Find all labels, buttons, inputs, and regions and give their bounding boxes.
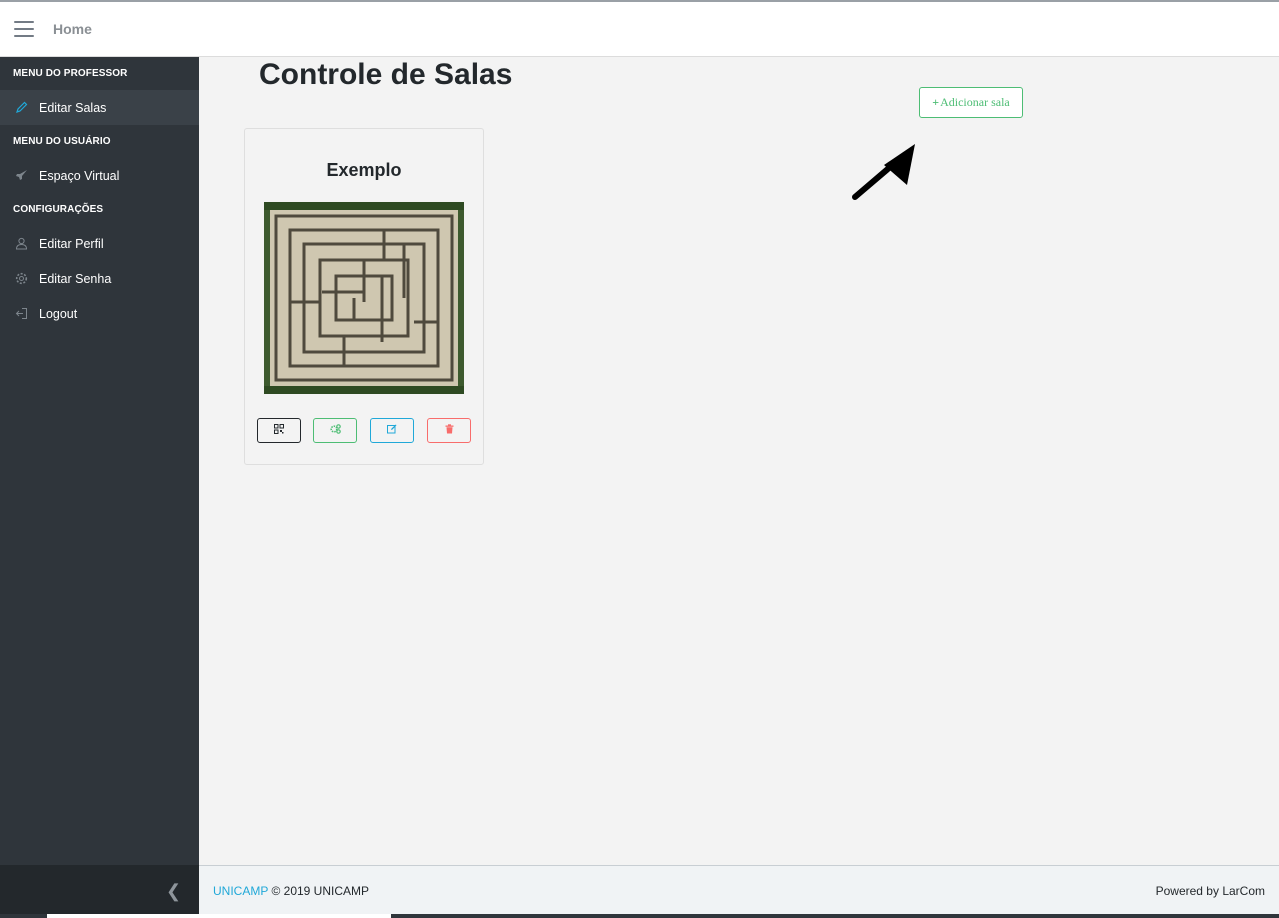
sidebar-item-espaco-virtual[interactable]: Espaço Virtual — [0, 158, 199, 193]
trash-icon — [445, 424, 454, 437]
footer-copyright: UNICAMP © 2019 UNICAMP — [213, 884, 369, 898]
hamburger-menu-icon[interactable] — [14, 21, 34, 37]
add-room-label: Adicionar sala — [940, 95, 1010, 109]
room-card-title: Exemplo — [326, 160, 402, 180]
footer: UNICAMP © 2019 UNICAMP Powered by LarCom — [199, 865, 1279, 915]
qr-code-button[interactable] — [257, 418, 301, 443]
gears-icon — [329, 424, 341, 437]
sidebar-item-logout[interactable]: Logout — [0, 296, 199, 331]
qr-code-icon — [274, 424, 284, 437]
sidebar-item-label: Logout — [39, 306, 78, 321]
sidebar-item-label: Editar Salas — [39, 100, 107, 115]
sidebar-item-editar-salas[interactable]: Editar Salas — [0, 90, 199, 125]
menu-header-configuracoes: CONFIGURAÇÕES — [13, 204, 104, 215]
settings-button[interactable] — [313, 418, 357, 443]
chevron-left-icon[interactable]: ❮ — [166, 881, 181, 902]
sidebar-item-editar-senha[interactable]: Editar Senha — [0, 261, 199, 296]
footer-copyright-text: © 2019 UNICAMP — [271, 883, 370, 898]
pencil-icon — [14, 101, 28, 115]
user-icon — [14, 237, 28, 251]
bottom-strip — [0, 914, 1279, 918]
menu-header-professor: MENU DO PROFESSOR — [13, 68, 128, 79]
logout-icon — [14, 307, 28, 321]
unicamp-link[interactable]: UNICAMP — [213, 884, 268, 898]
add-room-button[interactable]: + Adicionar sala — [919, 87, 1023, 118]
room-card: Exemplo — [244, 128, 484, 465]
sidebar-item-label: Editar Perfil — [39, 236, 104, 251]
page-title: Controle de Salas — [259, 58, 513, 91]
menu-header-usuario: MENU DO USUÁRIO — [13, 136, 111, 147]
top-navbar: Home — [0, 0, 1279, 57]
annotation-arrow-icon — [852, 144, 915, 200]
sidebar-item-editar-perfil[interactable]: Editar Perfil — [0, 226, 199, 261]
rocket-icon — [14, 169, 28, 183]
home-link[interactable]: Home — [53, 21, 92, 37]
plus-icon: + — [932, 95, 940, 109]
sidebar-item-label: Espaço Virtual — [39, 168, 120, 183]
delete-room-button[interactable] — [427, 418, 471, 443]
sidebar: MENU DO PROFESSOR Editar Salas MENU DO U… — [0, 57, 199, 865]
maze-image — [264, 202, 464, 394]
gear-icon — [14, 272, 28, 286]
sidebar-minimizer[interactable]: ❮ — [0, 865, 199, 918]
edit-room-button[interactable] — [370, 418, 414, 443]
edit-icon — [387, 424, 397, 437]
bottom-strip-highlight — [47, 914, 391, 918]
footer-powered-by: Powered by LarCom — [1155, 883, 1265, 898]
sidebar-item-label: Editar Senha — [39, 271, 112, 286]
